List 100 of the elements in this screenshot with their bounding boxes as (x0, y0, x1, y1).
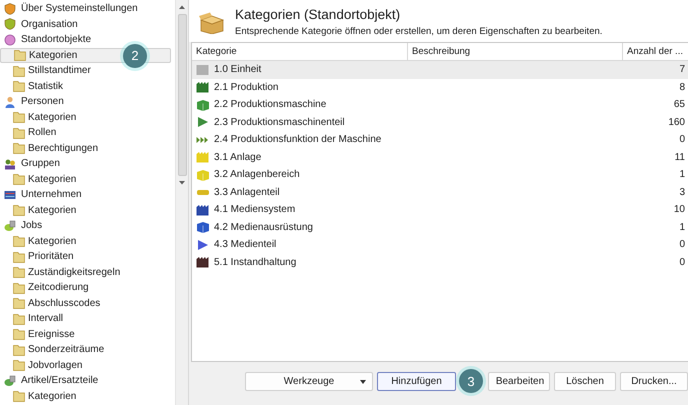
toolbar-button[interactable]: Bearbeiten (488, 372, 550, 391)
folder-icon (13, 297, 25, 310)
folder-icon (13, 312, 25, 325)
toolbar-button[interactable]: Hinzufügen (377, 372, 456, 391)
table-row[interactable]: 2.1 Produktion 8 (192, 78, 688, 96)
tree-item[interactable]: Über Systemeinstellungen (21, 3, 138, 14)
folder-icon (13, 80, 25, 92)
category-icon (4, 18, 16, 30)
tree-item[interactable]: Prioritäten (0, 249, 171, 264)
folder-icon (13, 359, 25, 372)
folder-icon (13, 111, 25, 124)
table-cell-text: 7 (678, 64, 686, 76)
table-row[interactable]: 4.1 Mediensystem 10 (192, 201, 688, 218)
tree-item[interactable]: Kategorien (0, 202, 171, 218)
tree-item[interactable]: Organisation (21, 18, 78, 30)
table-cell-text: 10 (672, 204, 686, 216)
table-cell: 2.3 Produktionsmaschinenteil (214, 116, 345, 128)
folder-icon (13, 204, 25, 216)
scroll-down-icon[interactable] (178, 180, 186, 186)
category-icon (4, 188, 16, 201)
tree-item[interactable]: Unternehmen (21, 189, 82, 200)
table-row[interactable]: 4.3 Medienteil 0 (192, 236, 688, 254)
folder-icon (13, 64, 25, 77)
folder-icon (13, 390, 25, 402)
table-row[interactable]: 1.0 Einheit 7 (192, 61, 688, 78)
folder-icon (13, 328, 25, 340)
scrollbar[interactable] (175, 0, 188, 405)
table-cell: 3.2 Anlagenbereich (214, 169, 300, 180)
table-cell-text: 160 (667, 116, 686, 128)
table-row[interactable]: 2.4 Produktionsfunktion der Maschine 0 (192, 131, 688, 148)
tree-item[interactable]: Kategorien (0, 172, 171, 187)
folder-icon (14, 49, 26, 62)
table-cell: 5.1 Instandhaltung (214, 256, 296, 268)
tree-item[interactable]: Kategorien (0, 110, 171, 125)
table-cell: 4.3 Medienteil (214, 239, 276, 250)
table-cell: 3.1 Anlage (214, 152, 262, 163)
tree-item[interactable]: Gruppen (21, 158, 60, 170)
page-title: Kategorien (Standortobjekt) (235, 7, 402, 22)
table-cell-text: 3 (678, 186, 686, 198)
column-header[interactable]: Beschreibung (408, 43, 623, 60)
column-header[interactable]: Anzahl der ... (623, 43, 688, 60)
tree-item[interactable]: Zuständigkeitsregeln (0, 264, 171, 280)
table-cell-text: 0 (678, 256, 686, 268)
folder-icon (13, 173, 25, 186)
table-row[interactable]: 2.3 Produktionsmaschinenteil 160 (192, 114, 688, 131)
table-cell: 2.4 Produktionsfunktion der Maschine (214, 134, 382, 146)
step-badge: 3 (459, 369, 483, 393)
folder-icon (13, 250, 25, 263)
table-cell: 3.3 Anlagenteil (214, 186, 280, 198)
table-row[interactable]: 4.2 Medienausrüstung 1 (192, 218, 688, 236)
category-icon (4, 96, 16, 108)
table-row[interactable]: 3.2 Anlagenbereich 1 (192, 166, 688, 184)
table-cell-text: 1 (678, 169, 686, 180)
folder-icon (13, 142, 25, 154)
step-badge: 2 (123, 44, 147, 68)
column-header[interactable]: Kategorie (192, 43, 408, 60)
category-icon (4, 34, 16, 46)
table-cell: 2.2 Produktionsmaschine (214, 99, 326, 110)
tree-item[interactable]: Sonderzeiträume (0, 342, 171, 358)
table-cell-text: 1 (678, 222, 686, 233)
category-icon (4, 374, 16, 387)
tree-item[interactable]: Standortobjekte (21, 34, 92, 46)
page-description: Entsprechende Kategorie öffnen oder erstellen, um deren Eigenschaften zu bearbeiten. (235, 26, 602, 37)
scroll-up-icon[interactable] (178, 4, 186, 10)
tree-item[interactable]: Berechtigungen (0, 140, 171, 156)
folder-icon (13, 344, 25, 356)
tree-item[interactable]: Jobvorlagen (0, 358, 171, 373)
category-icon (4, 2, 16, 15)
caret-icon (360, 380, 366, 384)
table-row[interactable]: 3.1 Anlage 11 (192, 148, 688, 166)
tree-item[interactable]: Intervall (0, 311, 171, 326)
table-cell-text: 65 (672, 99, 686, 110)
toolbar-button[interactable]: Drucken... (620, 372, 688, 391)
tree-item[interactable]: Rollen (0, 125, 171, 140)
table-cell: 4.1 Mediensystem (214, 204, 296, 216)
tree-item[interactable]: Statistik (0, 78, 171, 94)
folder-icon (13, 282, 25, 294)
table-cell-text: 8 (678, 82, 686, 93)
table-row[interactable]: 3.3 Anlagenteil 3 (192, 184, 688, 201)
table-row[interactable]: 2.2 Produktionsmaschine 65 (192, 96, 688, 114)
toolbar-button[interactable]: Löschen (554, 372, 616, 391)
folder-icon (13, 266, 25, 278)
tree-item[interactable]: Zeitcodierung (0, 280, 171, 296)
tree-item[interactable]: Abschlusscodes (0, 296, 171, 311)
toolbar-button[interactable]: Werkzeuge (245, 372, 373, 391)
table-cell: 2.1 Produktion (214, 82, 278, 93)
tree-item[interactable]: Kategorien (0, 234, 171, 249)
tree-item[interactable]: Personen (21, 96, 64, 108)
table-row[interactable]: 5.1 Instandhaltung 0 (192, 254, 688, 271)
tree-item[interactable]: Ereignisse (0, 326, 171, 342)
folder-icon (13, 126, 25, 139)
table-cell-text: 11 (674, 152, 686, 163)
table-cell-text: 0 (678, 134, 686, 146)
table-cell-text: 0 (678, 239, 686, 250)
tree-item[interactable]: Jobs (21, 220, 42, 232)
table-cell: 1.0 Einheit (214, 64, 262, 76)
tree-item[interactable]: Artikel/Ersatzteile (21, 375, 98, 386)
tree-item[interactable]: Kategorien (0, 388, 171, 404)
folder-icon (13, 235, 25, 248)
box-icon (199, 12, 225, 34)
